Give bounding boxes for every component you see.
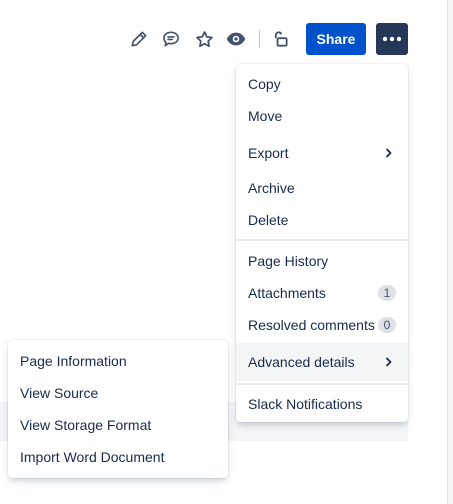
comment-icon — [163, 31, 179, 47]
menu-item-label: Page History — [248, 253, 329, 269]
ellipsis-icon — [382, 36, 402, 42]
resolved-comments-count-badge: 0 — [378, 317, 396, 333]
edit-button[interactable] — [124, 24, 154, 54]
comment-button[interactable] — [156, 24, 186, 54]
unlock-icon — [274, 31, 288, 47]
menu-item-label: Page Information — [20, 353, 127, 369]
menu-item-advanced-details[interactable]: Advanced details — [236, 343, 408, 381]
more-actions-menu: Copy Move Export Archive Delete Page His… — [236, 64, 408, 422]
submenu-item-view-source[interactable]: View Source — [8, 377, 228, 409]
eye-icon — [226, 32, 246, 46]
menu-divider — [236, 239, 408, 241]
menu-divider — [236, 383, 408, 385]
menu-item-label: View Storage Format — [20, 417, 152, 433]
more-actions-button[interactable] — [376, 23, 408, 55]
menu-item-attachments[interactable]: Attachments 1 — [236, 277, 408, 309]
window-edge — [447, 0, 453, 504]
menu-item-label: Copy — [248, 76, 281, 92]
menu-item-label: Slack Notifications — [248, 396, 363, 412]
star-button[interactable] — [189, 24, 219, 54]
star-icon — [195, 30, 213, 47]
restrictions-button[interactable] — [265, 24, 295, 54]
menu-item-archive[interactable]: Archive — [236, 172, 408, 204]
menu-item-slack-notifications[interactable]: Slack Notifications — [236, 388, 408, 420]
submenu-item-view-storage-format[interactable]: View Storage Format — [8, 409, 228, 441]
menu-item-label: Export — [248, 145, 289, 161]
menu-item-delete[interactable]: Delete — [236, 204, 408, 236]
menu-item-label: Import Word Document — [20, 449, 165, 465]
menu-item-page-history[interactable]: Page History — [236, 245, 408, 277]
menu-item-move[interactable]: Move — [236, 100, 408, 132]
toolbar-divider — [259, 30, 260, 48]
pencil-icon — [131, 31, 147, 47]
menu-item-label: Move — [248, 108, 283, 124]
advanced-details-submenu: Page Information View Source View Storag… — [8, 340, 228, 478]
menu-item-label: Resolved comments — [248, 317, 375, 333]
menu-item-label: Advanced details — [248, 354, 355, 370]
attachments-count-badge: 1 — [378, 285, 396, 301]
submenu-item-import-word-document[interactable]: Import Word Document — [8, 441, 228, 473]
menu-item-copy[interactable]: Copy — [236, 68, 408, 100]
submenu-item-page-information[interactable]: Page Information — [8, 345, 228, 377]
chevron-right-icon — [386, 357, 392, 367]
menu-item-label: Archive — [248, 180, 295, 196]
menu-item-resolved-comments[interactable]: Resolved comments 0 — [236, 309, 408, 341]
menu-item-label: Delete — [248, 212, 289, 228]
menu-item-export[interactable]: Export — [236, 137, 408, 169]
menu-item-label: Attachments — [248, 285, 326, 301]
share-button[interactable]: Share — [306, 23, 366, 55]
watch-button[interactable] — [221, 24, 251, 54]
menu-item-label: View Source — [20, 385, 99, 401]
chevron-right-icon — [386, 148, 392, 158]
